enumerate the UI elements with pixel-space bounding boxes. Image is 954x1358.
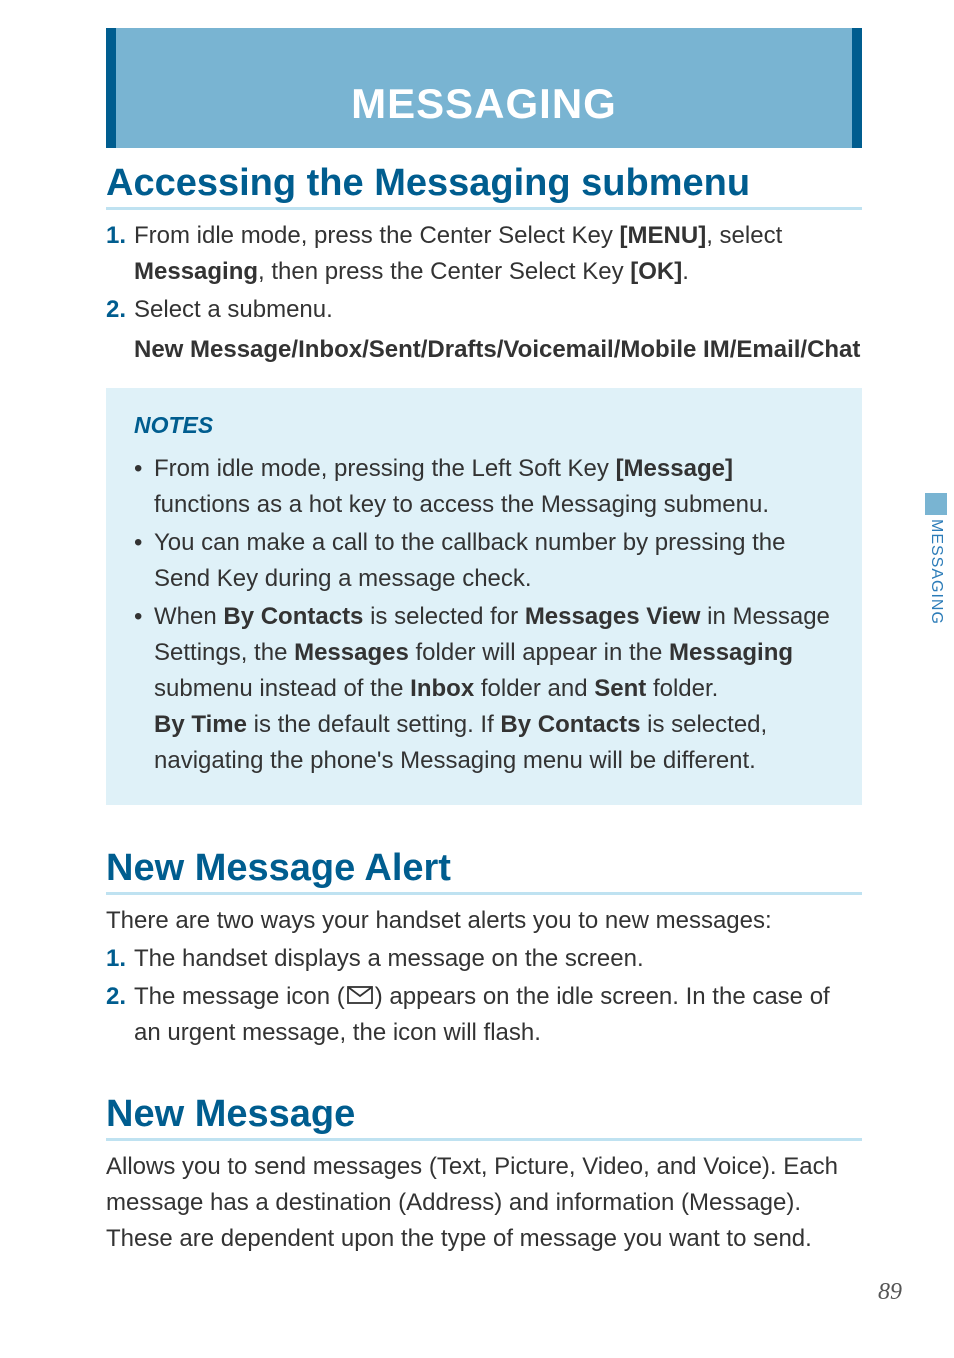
- step-number: 1.: [106, 218, 134, 290]
- text-bold: By Time: [154, 711, 247, 738]
- step-text: The handset displays a message on the sc…: [134, 941, 862, 977]
- text-bold: By Contacts: [223, 603, 363, 630]
- section-heading-newmsg: New Message: [106, 1093, 862, 1141]
- text: folder and: [474, 675, 594, 702]
- text: folder will appear in the: [409, 639, 669, 666]
- text: From idle mode, pressing the Left Soft K…: [154, 455, 616, 482]
- note-subtext: By Time is the default setting. If By Co…: [154, 707, 834, 779]
- section-heading-accessing: Accessing the Messaging submenu: [106, 162, 862, 210]
- side-tab: MESSAGING: [918, 493, 954, 653]
- step-text: From idle mode, press the Center Select …: [134, 218, 862, 290]
- text: You can make a call to the callback numb…: [154, 529, 785, 592]
- text: is the default setting. If: [247, 711, 500, 738]
- envelope-icon: [347, 979, 373, 1015]
- side-tab-label: MESSAGING: [927, 519, 945, 625]
- text: submenu instead of the: [154, 675, 410, 702]
- text: folder.: [646, 675, 718, 702]
- step-number: 2.: [106, 292, 134, 328]
- text-bold: Inbox: [410, 675, 474, 702]
- text: When: [154, 603, 223, 630]
- section-heading-alert: New Message Alert: [106, 847, 862, 895]
- bullet-icon: •: [134, 451, 154, 523]
- alert-intro: There are two ways your handset alerts y…: [106, 903, 862, 939]
- text: , then press the Center Select Key: [258, 258, 630, 285]
- step-item: 1. From idle mode, press the Center Sele…: [106, 218, 862, 290]
- text-bold: Messaging: [134, 258, 258, 285]
- text: , select: [706, 222, 782, 249]
- alert-steps: 1. The handset displays a message on the…: [106, 941, 862, 1052]
- note-item: • When By Contacts is selected for Messa…: [134, 599, 834, 779]
- text-bold: By Contacts: [500, 711, 640, 738]
- text: is selected for: [363, 603, 524, 630]
- note-text: You can make a call to the callback numb…: [154, 525, 834, 597]
- note-item: • You can make a call to the callback nu…: [134, 525, 834, 597]
- text: Select a submenu.: [134, 296, 333, 323]
- step-text: Select a submenu.: [134, 292, 862, 328]
- step-number: 1.: [106, 941, 134, 977]
- notes-box: NOTES • From idle mode, pressing the Lef…: [106, 388, 862, 805]
- newmsg-intro: Allows you to send messages (Text, Pictu…: [106, 1149, 862, 1257]
- notes-title: NOTES: [134, 408, 834, 443]
- text: .: [682, 258, 689, 285]
- step-item: 2. Select a submenu.: [106, 292, 862, 328]
- step-item: 2. The message icon () appears on the id…: [106, 979, 862, 1052]
- page-banner: MESSAGING: [106, 28, 862, 148]
- text-bold: [OK]: [630, 258, 682, 285]
- text-bold: Messages: [294, 639, 409, 666]
- text: The message icon (: [134, 983, 345, 1010]
- bullet-icon: •: [134, 599, 154, 779]
- page-content: MESSAGING Accessing the Messaging submen…: [0, 0, 954, 1319]
- text-bold: Sent: [594, 675, 646, 702]
- text: From idle mode, press the Center Select …: [134, 222, 620, 249]
- text: functions as a hot key to access the Mes…: [154, 491, 769, 518]
- text: The handset displays a message on the sc…: [134, 945, 644, 972]
- text-bold: [Message]: [616, 455, 733, 482]
- text-bold: Messages View: [525, 603, 701, 630]
- side-tab-marker: [925, 493, 947, 515]
- step-subtext-bold: New Message/Inbox/Sent/Drafts/Voicemail/…: [134, 332, 862, 368]
- text-bold: [MENU]: [620, 222, 707, 249]
- page-number: 89: [878, 1279, 902, 1306]
- step-text: The message icon () appears on the idle …: [134, 979, 862, 1052]
- step-number: 2.: [106, 979, 134, 1052]
- note-item: • From idle mode, pressing the Left Soft…: [134, 451, 834, 523]
- text-bold: Messaging: [669, 639, 793, 666]
- banner-title: MESSAGING: [146, 80, 822, 128]
- note-text: When By Contacts is selected for Message…: [154, 599, 834, 779]
- note-text: From idle mode, pressing the Left Soft K…: [154, 451, 834, 523]
- step-item: 1. The handset displays a message on the…: [106, 941, 862, 977]
- bullet-icon: •: [134, 525, 154, 597]
- accessing-steps: 1. From idle mode, press the Center Sele…: [106, 218, 862, 368]
